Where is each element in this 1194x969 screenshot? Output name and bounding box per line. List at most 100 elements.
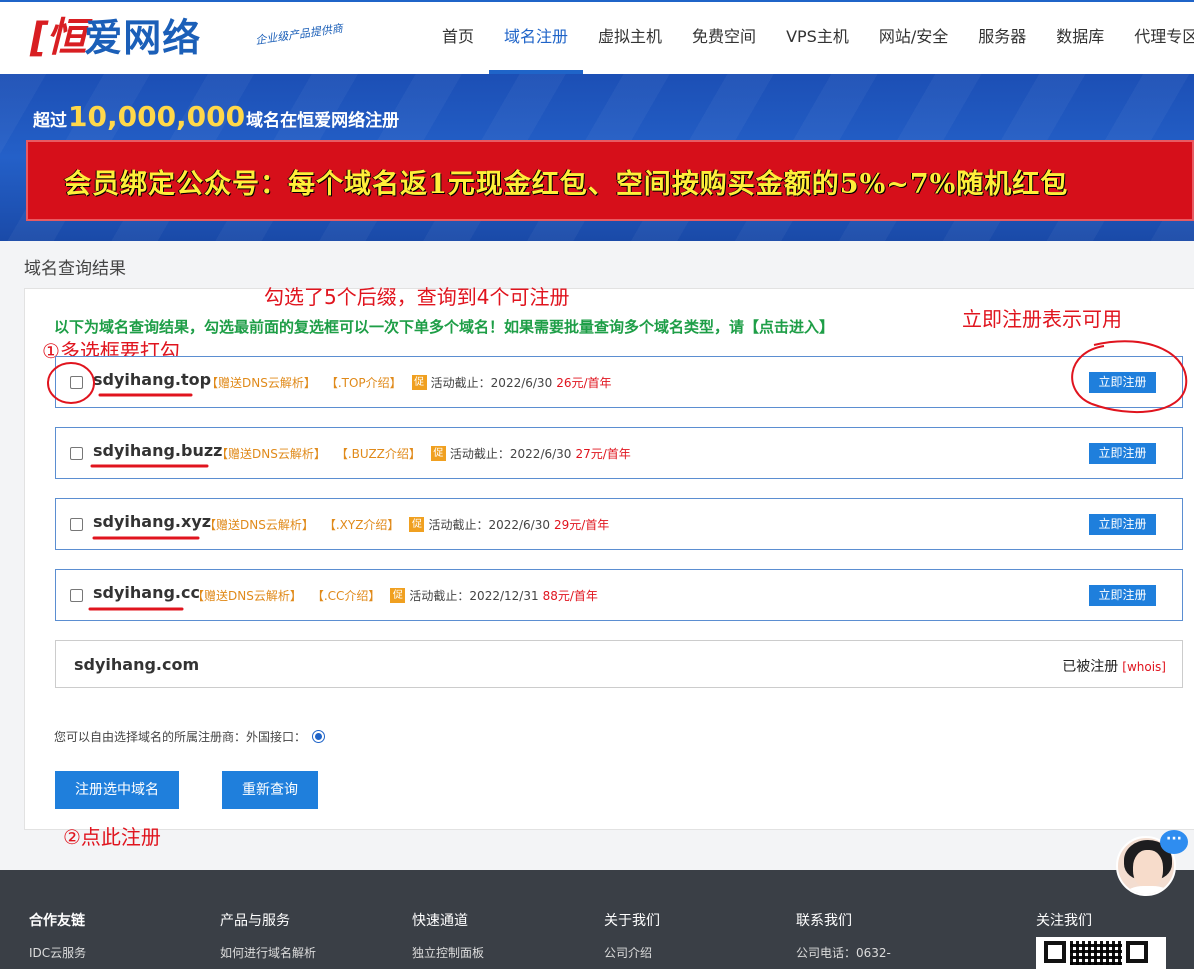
domain-name: sdyihang.cc bbox=[93, 583, 200, 602]
banner-headline: 超过 10,000,000 域名在恒爱网络注册 bbox=[33, 100, 399, 133]
registrar-option-label: 外国接口： bbox=[246, 730, 307, 744]
hero-banner: 超过 10,000,000 域名在恒爱网络注册 会员绑定公众号：每个域名返1元现… bbox=[0, 74, 1194, 241]
nav-free-space[interactable]: 免费空间 bbox=[677, 2, 771, 74]
domain-meta: 【赠送DNS云解析】 【.BUZZ介绍】 促 活动截止：2022/6/30 27… bbox=[216, 445, 631, 462]
banner-number: 10,000,000 bbox=[68, 100, 246, 133]
footer-title: 关于我们 bbox=[604, 913, 660, 929]
domain-row-top: sdyihang.top 【赠送DNS云解析】 【.TOP介绍】 促 活动截止：… bbox=[55, 356, 1183, 408]
footer-title: 快速通道 bbox=[412, 913, 468, 929]
footer-link[interactable]: 独立控制面板 bbox=[412, 944, 484, 961]
domain-row-cc: sdyihang.cc 【赠送DNS云解析】 【.CC介绍】 促 活动截止：20… bbox=[55, 569, 1183, 621]
domain-checkbox[interactable] bbox=[70, 376, 83, 389]
domain-price: 27元/首年 bbox=[575, 447, 631, 461]
nav-agent[interactable]: 代理专区 bbox=[1119, 2, 1194, 74]
logo-slogan: 企业级产品提供商 bbox=[254, 21, 344, 48]
footer-title: 联系我们 bbox=[796, 913, 852, 929]
promo-badge: 促 bbox=[409, 517, 425, 532]
domain-price: 88元/首年 bbox=[542, 589, 598, 603]
banner-suffix: 域名在恒爱网络注册 bbox=[246, 111, 400, 131]
qr-finder-right bbox=[1126, 941, 1148, 963]
promo-deadline: 活动截止：2022/6/30 bbox=[430, 376, 553, 390]
nav-virtual-host[interactable]: 虚拟主机 bbox=[583, 2, 677, 74]
footer-link[interactable]: 如何进行域名解析 bbox=[220, 944, 316, 961]
domain-row-xyz: sdyihang.xyz 【赠送DNS云解析】 【.XYZ介绍】 促 活动截止：… bbox=[55, 498, 1183, 550]
tld-intro-link[interactable]: 【.CC介绍】 bbox=[312, 587, 381, 604]
nav-domain-register[interactable]: 域名注册 bbox=[489, 2, 584, 74]
annotation-register-hint: 立即注册表示可用 bbox=[962, 307, 1122, 331]
domain-price: 29元/首年 bbox=[553, 518, 610, 532]
logo-text: 爱网络 bbox=[84, 16, 202, 60]
tld-intro-link[interactable]: 【.BUZZ介绍】 bbox=[336, 445, 421, 462]
chat-bubble-icon[interactable]: ··· bbox=[1160, 830, 1188, 854]
domain-row-buzz: sdyihang.buzz 【赠送DNS云解析】 【.BUZZ介绍】 促 活动截… bbox=[55, 427, 1183, 479]
registrar-radio[interactable] bbox=[312, 730, 326, 743]
footer-col-follow: 关注我们 bbox=[1036, 910, 1092, 930]
registrar-label: 您可以自由选择域名的所属注册商： bbox=[54, 730, 247, 744]
domain-meta: 【赠送DNS云解析】 【.XYZ介绍】 促 活动截止：2022/6/30 29元… bbox=[204, 516, 609, 533]
nav-home[interactable]: 首页 bbox=[427, 2, 489, 74]
tld-intro-link[interactable]: 【.TOP介绍】 bbox=[326, 374, 402, 391]
promo-banner[interactable]: 会员绑定公众号：每个域名返1元现金红包、空间按购买金额的5%~7%随机红包 bbox=[26, 140, 1194, 221]
register-now-button[interactable]: 立即注册 bbox=[1089, 514, 1156, 535]
banner-prefix: 超过 bbox=[33, 111, 67, 131]
qr-finder-left bbox=[1044, 941, 1066, 963]
domain-meta: 【赠送DNS云解析】 【.CC介绍】 促 活动截止：2022/12/31 88元… bbox=[192, 587, 598, 604]
requery-button[interactable]: 重新查询 bbox=[222, 771, 318, 809]
footer-title: 合作友链 bbox=[29, 913, 85, 929]
main-nav: 首页 域名注册 虚拟主机 免费空间 VPS主机 网站/安全 服务器 数据库 代理… bbox=[427, 2, 1194, 74]
promo-deadline: 活动截止：2022/6/30 bbox=[449, 447, 572, 461]
register-now-button[interactable]: 立即注册 bbox=[1089, 372, 1156, 393]
promo-badge: 促 bbox=[411, 375, 427, 390]
site-footer: 合作友链 IDC云服务 产品与服务 如何进行域名解析 快速通道 独立控制面板 关… bbox=[0, 870, 1194, 969]
qr-modules bbox=[1070, 941, 1122, 965]
taken-label: 已被注册 bbox=[1062, 659, 1119, 675]
domain-row-taken: sdyihang.com 已被注册 [whois] bbox=[55, 640, 1183, 688]
site-logo[interactable]: [恒 爱网络 企业级产品提供商 bbox=[30, 15, 344, 61]
domain-checkbox[interactable] bbox=[70, 518, 83, 531]
promo-badge: 促 bbox=[390, 588, 406, 603]
dns-gift-link[interactable]: 【赠送DNS云解析】 bbox=[192, 587, 302, 604]
register-now-button[interactable]: 立即注册 bbox=[1089, 443, 1156, 464]
footer-col-quick: 快速通道 独立控制面板 bbox=[412, 910, 484, 961]
nav-website-security[interactable]: 网站/安全 bbox=[864, 2, 963, 74]
domain-checkbox[interactable] bbox=[70, 589, 83, 602]
annotation-selected: 勾选了5个后缀，查询到4个可注册 bbox=[264, 285, 570, 309]
dns-gift-link[interactable]: 【赠送DNS云解析】 bbox=[206, 374, 316, 391]
register-selected-button[interactable]: 注册选中域名 bbox=[55, 771, 179, 809]
footer-phone: 公司电话：0632- bbox=[796, 946, 891, 960]
domain-name: sdyihang.buzz bbox=[93, 441, 223, 460]
section-title: 域名查询结果 bbox=[24, 259, 126, 279]
domain-name: sdyihang.com bbox=[74, 655, 200, 674]
taken-status: 已被注册 [whois] bbox=[1062, 656, 1166, 676]
avatar-face bbox=[1133, 850, 1163, 888]
footer-title: 产品与服务 bbox=[220, 913, 290, 929]
dns-gift-link[interactable]: 【赠送DNS云解析】 bbox=[204, 516, 314, 533]
promo-deadline: 活动截止：2022/6/30 bbox=[428, 518, 550, 532]
domain-name: sdyihang.xyz bbox=[93, 512, 212, 531]
site-header: [恒 爱网络 企业级产品提供商 首页 域名注册 虚拟主机 免费空间 VPS主机 … bbox=[0, 0, 1194, 74]
domain-checkbox[interactable] bbox=[70, 447, 83, 460]
logo-mark: [恒 bbox=[30, 15, 86, 61]
promo-deadline: 活动截止：2022/12/31 bbox=[409, 589, 539, 603]
footer-link[interactable]: 公司介绍 bbox=[604, 944, 660, 961]
qr-code bbox=[1036, 937, 1166, 969]
nav-database[interactable]: 数据库 bbox=[1041, 2, 1119, 74]
domain-price: 26元/首年 bbox=[556, 376, 612, 390]
results-intro: 以下为域名查询结果，勾选最前面的复选框可以一次下单多个域名！如果需要批量查询多个… bbox=[54, 318, 835, 336]
footer-col-links: 合作友链 IDC云服务 bbox=[29, 910, 86, 961]
annotation-click-hint: ②点此注册 bbox=[63, 825, 161, 849]
nav-server[interactable]: 服务器 bbox=[963, 2, 1041, 74]
dns-gift-link[interactable]: 【赠送DNS云解析】 bbox=[216, 445, 326, 462]
register-now-button[interactable]: 立即注册 bbox=[1089, 585, 1156, 606]
promo-badge: 促 bbox=[430, 446, 446, 461]
footer-title: 关注我们 bbox=[1036, 913, 1092, 929]
footer-col-products: 产品与服务 如何进行域名解析 bbox=[220, 910, 316, 961]
domain-name: sdyihang.top bbox=[93, 370, 212, 389]
promo-text: 会员绑定公众号：每个域名返1元现金红包、空间按购买金额的5%~7%随机红包 bbox=[64, 169, 1069, 200]
tld-intro-link[interactable]: 【.XYZ介绍】 bbox=[324, 516, 400, 533]
footer-col-about: 关于我们 公司介绍 bbox=[604, 910, 660, 961]
nav-vps[interactable]: VPS主机 bbox=[771, 2, 864, 74]
footer-link[interactable]: IDC云服务 bbox=[29, 944, 86, 961]
whois-link[interactable]: [whois] bbox=[1122, 660, 1166, 674]
registrar-selector: 您可以自由选择域名的所属注册商： 外国接口： bbox=[54, 728, 326, 745]
